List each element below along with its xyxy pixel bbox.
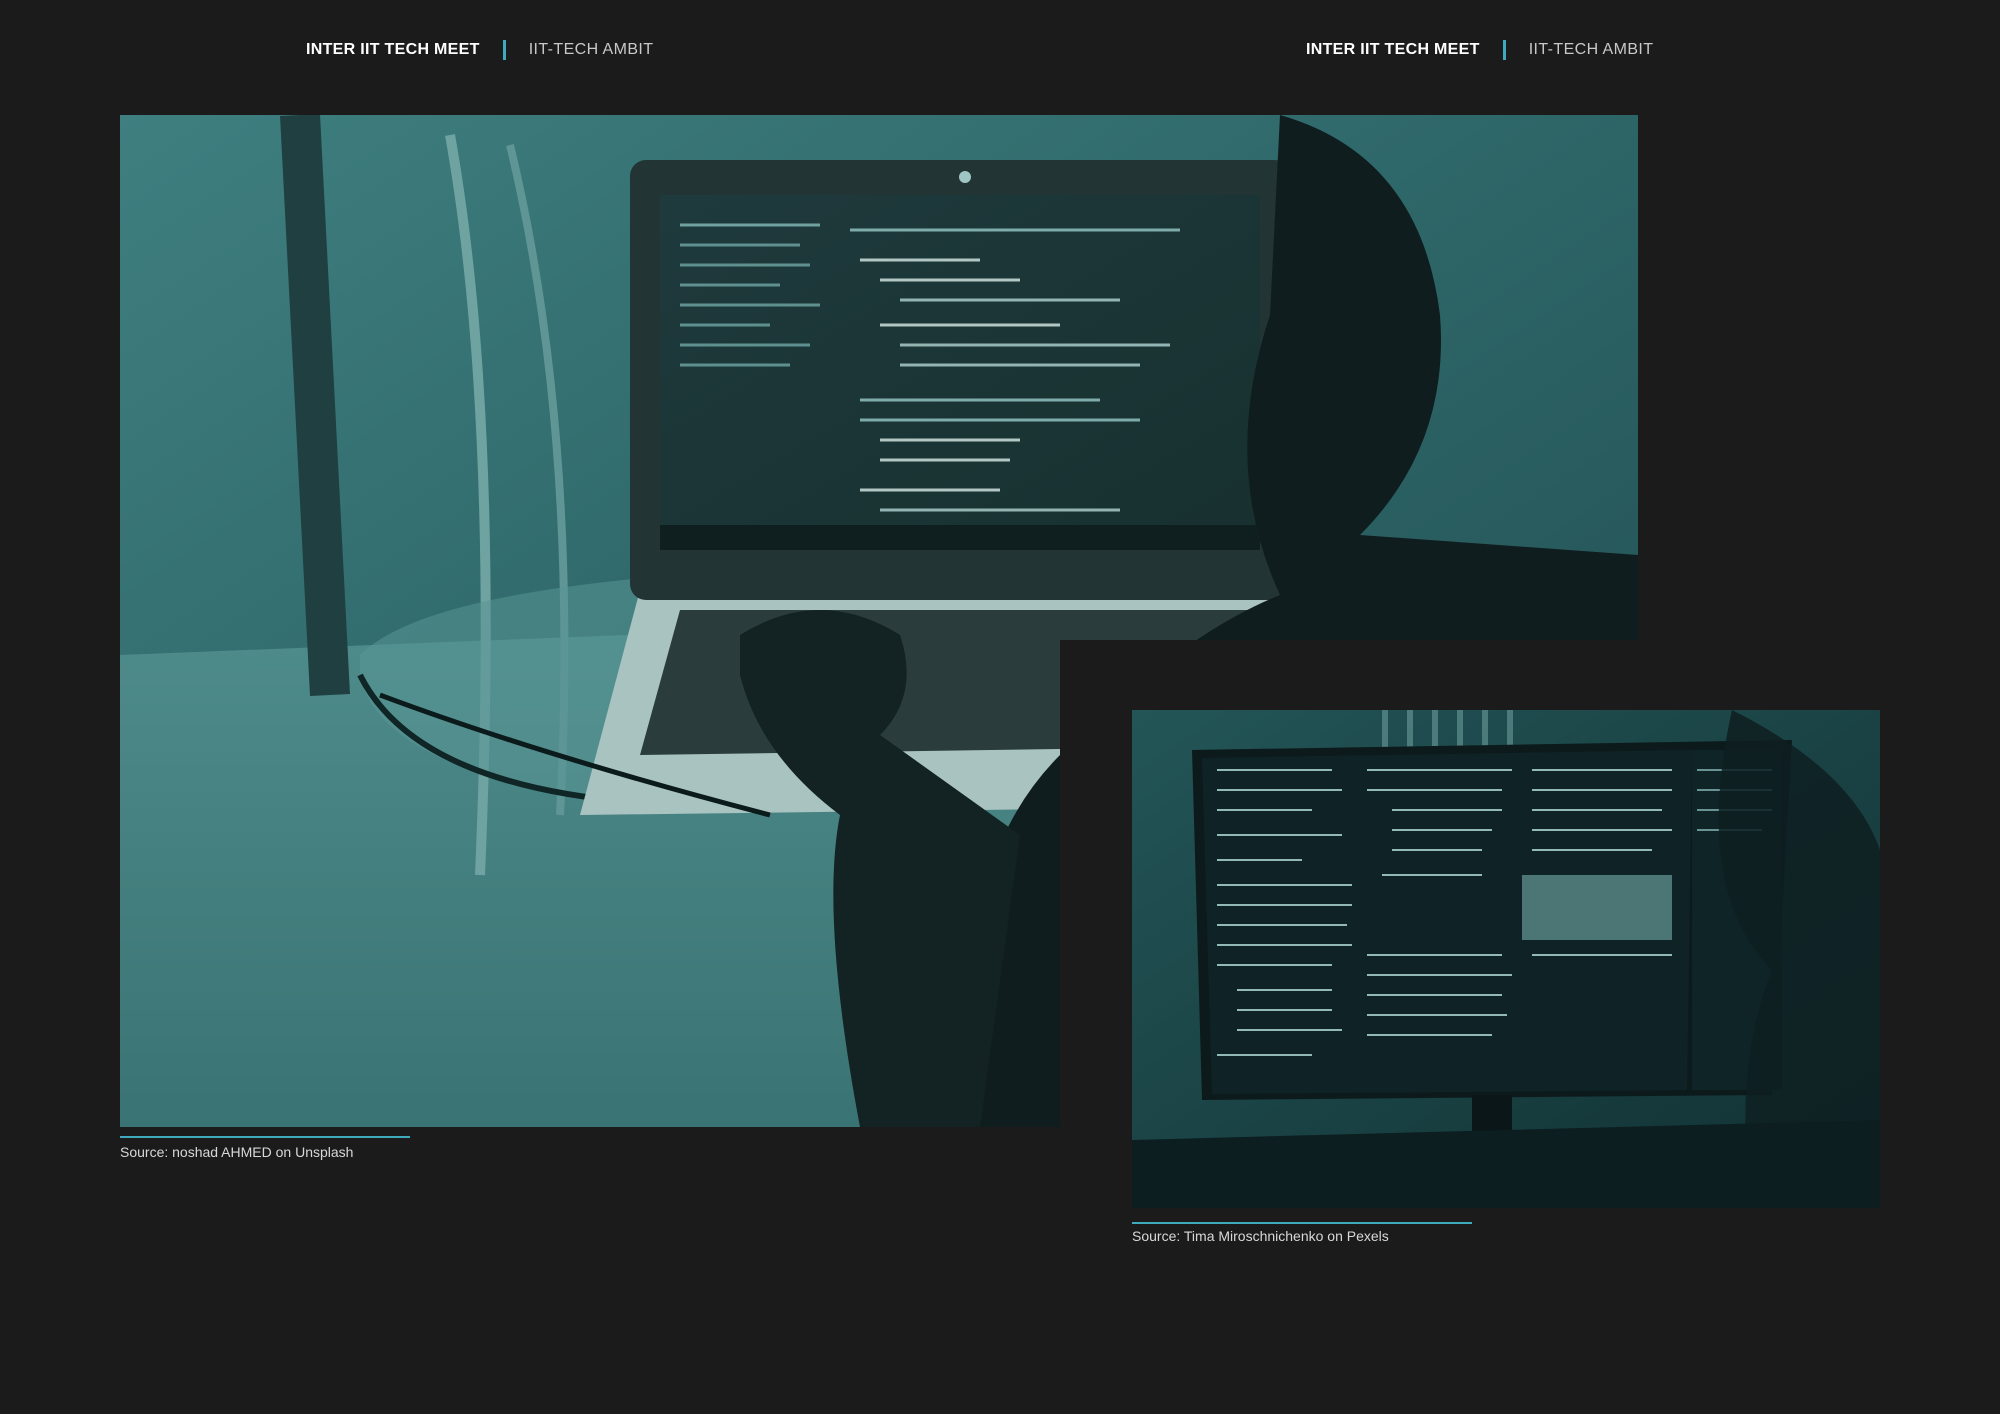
caption-rule bbox=[1132, 1222, 1472, 1224]
photo-caption: Source: Tima Miroschnichenko on Pexels bbox=[1132, 1228, 1389, 1244]
brand-subtitle: IIT-TECH AMBIT bbox=[528, 41, 654, 58]
header-divider bbox=[1502, 40, 1506, 60]
brand-subtitle: IIT-TECH AMBIT bbox=[1528, 41, 1654, 58]
brand-title: INTER IIT TECH MEET bbox=[1306, 41, 1480, 58]
terminal-monitor-photo bbox=[1132, 710, 1880, 1208]
caption-rule bbox=[120, 1136, 410, 1138]
header-divider bbox=[502, 40, 506, 60]
header-right: INTER IIT TECH MEET IIT-TECH AMBIT bbox=[1306, 38, 1653, 62]
photo-caption: Source: noshad AHMED on Unsplash bbox=[120, 1144, 354, 1160]
header-left: INTER IIT TECH MEET IIT-TECH AMBIT bbox=[306, 38, 653, 62]
brand-title: INTER IIT TECH MEET bbox=[306, 41, 480, 58]
